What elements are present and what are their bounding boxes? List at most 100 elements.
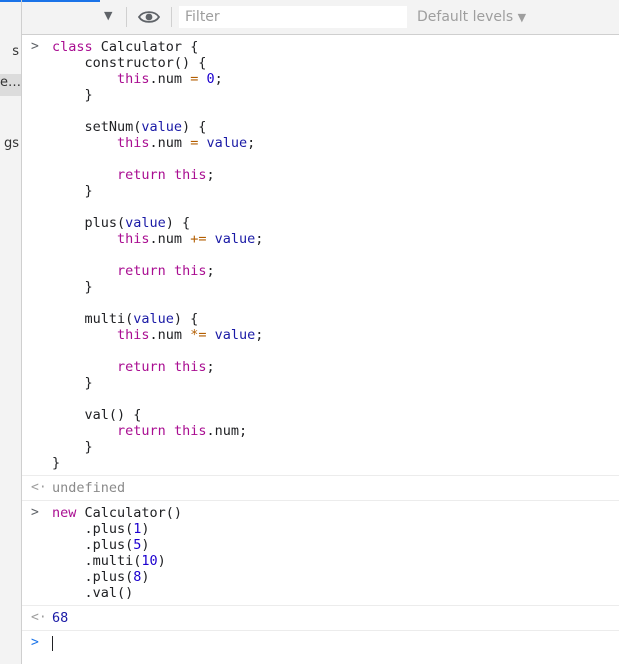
code-line: }	[52, 455, 60, 471]
console-result-entry: <· 68	[22, 606, 619, 631]
console-input-entry: > class Calculator { constructor() { this…	[22, 35, 619, 476]
code-token: ;	[255, 231, 264, 247]
code-token: +=	[190, 231, 207, 247]
code-token: ;	[206, 359, 215, 375]
code-line: .multi(10)	[52, 553, 166, 569]
code-token: .plus(	[52, 521, 134, 537]
code-token: value	[141, 119, 183, 135]
console-input-entry: > new Calculator() .plus(1) .plus(5) .mul…	[22, 501, 619, 606]
code-token: .num	[149, 231, 191, 247]
code-line: }	[52, 439, 93, 455]
code-line: }	[52, 279, 93, 295]
code-token: .num	[149, 327, 191, 343]
code-token: setNum(	[52, 119, 142, 135]
code-line: constructor() {	[52, 55, 207, 71]
code-line: setNum(value) {	[52, 119, 207, 135]
code-token: constructor() {	[52, 55, 207, 71]
code-token: 0	[206, 71, 215, 87]
input-chevron-icon: >	[31, 505, 39, 520]
code-token: ) {	[165, 215, 191, 231]
code-token: .multi(	[52, 553, 142, 569]
code-line: return this;	[52, 263, 215, 279]
eye-icon[interactable]	[138, 9, 160, 25]
code-token: ;	[247, 135, 256, 151]
code-token: this	[117, 327, 150, 343]
code-token: ;	[214, 71, 223, 87]
sidebar-item-messages[interactable]: s	[12, 44, 19, 59]
toolbar-divider	[126, 7, 127, 27]
log-levels-label: Default levels	[417, 9, 514, 25]
code-token: .num;	[206, 423, 248, 439]
filter-input[interactable]	[179, 6, 407, 28]
code-block: new Calculator() .plus(1) .plus(5) .mult…	[52, 505, 619, 601]
code-line: .plus(8)	[52, 569, 150, 585]
code-line: 68	[52, 610, 68, 626]
code-token: .plus(	[52, 537, 134, 553]
code-token: value	[133, 311, 174, 327]
console-prompt-line[interactable]: >	[22, 631, 619, 655]
active-tab-underline	[22, 0, 100, 2]
input-chevron-icon: >	[31, 39, 39, 54]
code-token: new	[52, 505, 77, 521]
code-token: ;	[206, 263, 215, 279]
code-token: 68	[52, 610, 69, 626]
text-caret	[52, 635, 53, 651]
code-token: )	[141, 569, 150, 585]
result-arrow-icon: <·	[31, 480, 47, 495]
code-line: multi(value) {	[52, 311, 199, 327]
log-levels-dropdown[interactable]: Default levels ▼	[417, 9, 526, 25]
code-line: }	[52, 87, 93, 103]
code-token: return	[117, 423, 166, 439]
code-token: class	[52, 39, 93, 55]
code-line: undefined	[52, 480, 125, 496]
code-block: 68	[52, 610, 619, 626]
code-token: }	[52, 87, 93, 103]
sidebar-item-warnings[interactable]: gs	[4, 136, 19, 151]
code-token: )	[141, 521, 150, 537]
code-token: )	[141, 537, 150, 553]
code-token: value	[214, 231, 256, 247]
code-line: plus(value) {	[52, 215, 191, 231]
code-token: Calculator()	[76, 505, 183, 521]
toolbar-divider	[171, 7, 172, 27]
code-line: this.num = 0;	[52, 71, 223, 87]
context-dropdown-icon[interactable]: ▼	[104, 9, 112, 22]
code-token: ) {	[173, 311, 199, 327]
code-token: value	[206, 135, 248, 151]
code-token: value	[125, 215, 166, 231]
code-token: )	[157, 553, 166, 569]
prompt-chevron-icon: >	[31, 635, 39, 650]
code-token: this	[173, 423, 207, 439]
devtools-console-window: s e… gs ▼ Default levels ▼ > class Calcul…	[0, 0, 619, 664]
code-token: val() {	[52, 407, 142, 423]
console-sidebar: s e… gs	[0, 0, 22, 664]
code-line: }	[52, 375, 93, 391]
sidebar-tab-indicator	[0, 0, 21, 2]
code-token: multi(	[52, 311, 134, 327]
code-token: this	[173, 263, 207, 279]
sidebar-item-selected[interactable]: e…	[0, 74, 21, 96]
code-token: return	[117, 263, 166, 279]
code-line: return this.num;	[52, 423, 247, 439]
code-token: .num	[149, 135, 191, 151]
code-line: .plus(5)	[52, 537, 150, 553]
code-token: }	[52, 455, 61, 471]
code-line: this.num = value;	[52, 135, 255, 151]
code-token: 10	[141, 553, 158, 569]
code-token: this	[117, 135, 150, 151]
code-token: value	[214, 327, 256, 343]
code-token: }	[52, 439, 93, 455]
code-line: return this;	[52, 167, 215, 183]
code-token: ;	[255, 327, 264, 343]
code-token: *=	[190, 327, 207, 343]
code-line: }	[52, 183, 93, 199]
